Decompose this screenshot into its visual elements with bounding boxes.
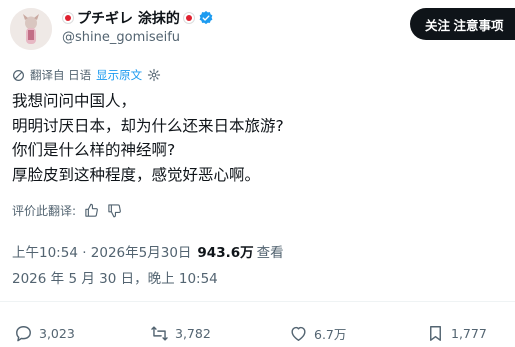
author-name-row[interactable]: プチギレ 涂抹的	[62, 8, 214, 28]
like-icon	[291, 326, 306, 341]
divider	[0, 301, 515, 302]
thumbs-up-icon	[85, 203, 98, 217]
retweet-count: 3,782	[175, 325, 211, 341]
tweet-line: 你们是什么样的神经啊?	[12, 141, 176, 159]
display-name[interactable]: プチギレ 涂抹的	[77, 8, 180, 28]
thumbs-down-icon	[108, 203, 121, 217]
avatar[interactable]	[10, 8, 52, 50]
rate-translation-label: 评价此翻译:	[12, 203, 77, 218]
tweet-line: 厚脸皮到这种程度，感觉好恶心啊。	[12, 165, 261, 184]
retweet-button[interactable]: 3,782	[150, 322, 211, 344]
tweet-text: 我想问问中国人， 明明讨厌日本，却为什么还来日本旅游? 你们是什么样的神经啊? …	[12, 89, 507, 187]
thumbs-down-button[interactable]	[107, 203, 122, 218]
translated-from-label: 翻译自 日语	[30, 68, 92, 82]
bookmark-button[interactable]: 1,777	[426, 322, 487, 344]
translation-row: 翻译自 日语 显示原文	[12, 66, 161, 84]
views-label: 查看	[256, 245, 284, 261]
show-original-link[interactable]: 显示原文	[96, 67, 142, 83]
bookmark-count: 1,777	[451, 325, 487, 341]
author-handle[interactable]: @shine_gomiseifu	[62, 30, 180, 45]
like-count: 6.7万	[314, 326, 347, 342]
tweet-meta: 上午10:54 · 2026年5月30日 943.6万 查看	[12, 241, 284, 261]
thumbs-up-button[interactable]	[84, 203, 99, 218]
flag-icon	[62, 12, 74, 24]
reply-icon	[16, 325, 31, 341]
like-button[interactable]: 6.7万	[289, 322, 346, 344]
reply-button[interactable]: 3,023	[14, 322, 75, 344]
verified-badge-icon	[199, 11, 213, 25]
translate-icon	[13, 69, 24, 81]
tweet-line: 我想问问中国人，	[12, 92, 137, 110]
bookmark-icon	[430, 325, 441, 341]
flag-icon	[182, 12, 195, 24]
retweet-icon	[151, 325, 168, 341]
gear-icon[interactable]	[147, 68, 161, 82]
tweet-line: 明明讨厌日本，却为什么还来日本旅游?	[12, 116, 284, 135]
translated-time: 2026 年 5 月 30 日，晚上 10:54	[12, 271, 218, 287]
views-count: 943.6万	[197, 245, 254, 261]
rate-translation-row: 评价此翻译:	[12, 200, 122, 220]
reply-count: 3,023	[39, 325, 75, 341]
tweet-timestamp[interactable]: 上午10:54 · 2026年5月30日	[12, 241, 191, 261]
follow-button[interactable]: 关注 注意事项	[410, 8, 515, 40]
